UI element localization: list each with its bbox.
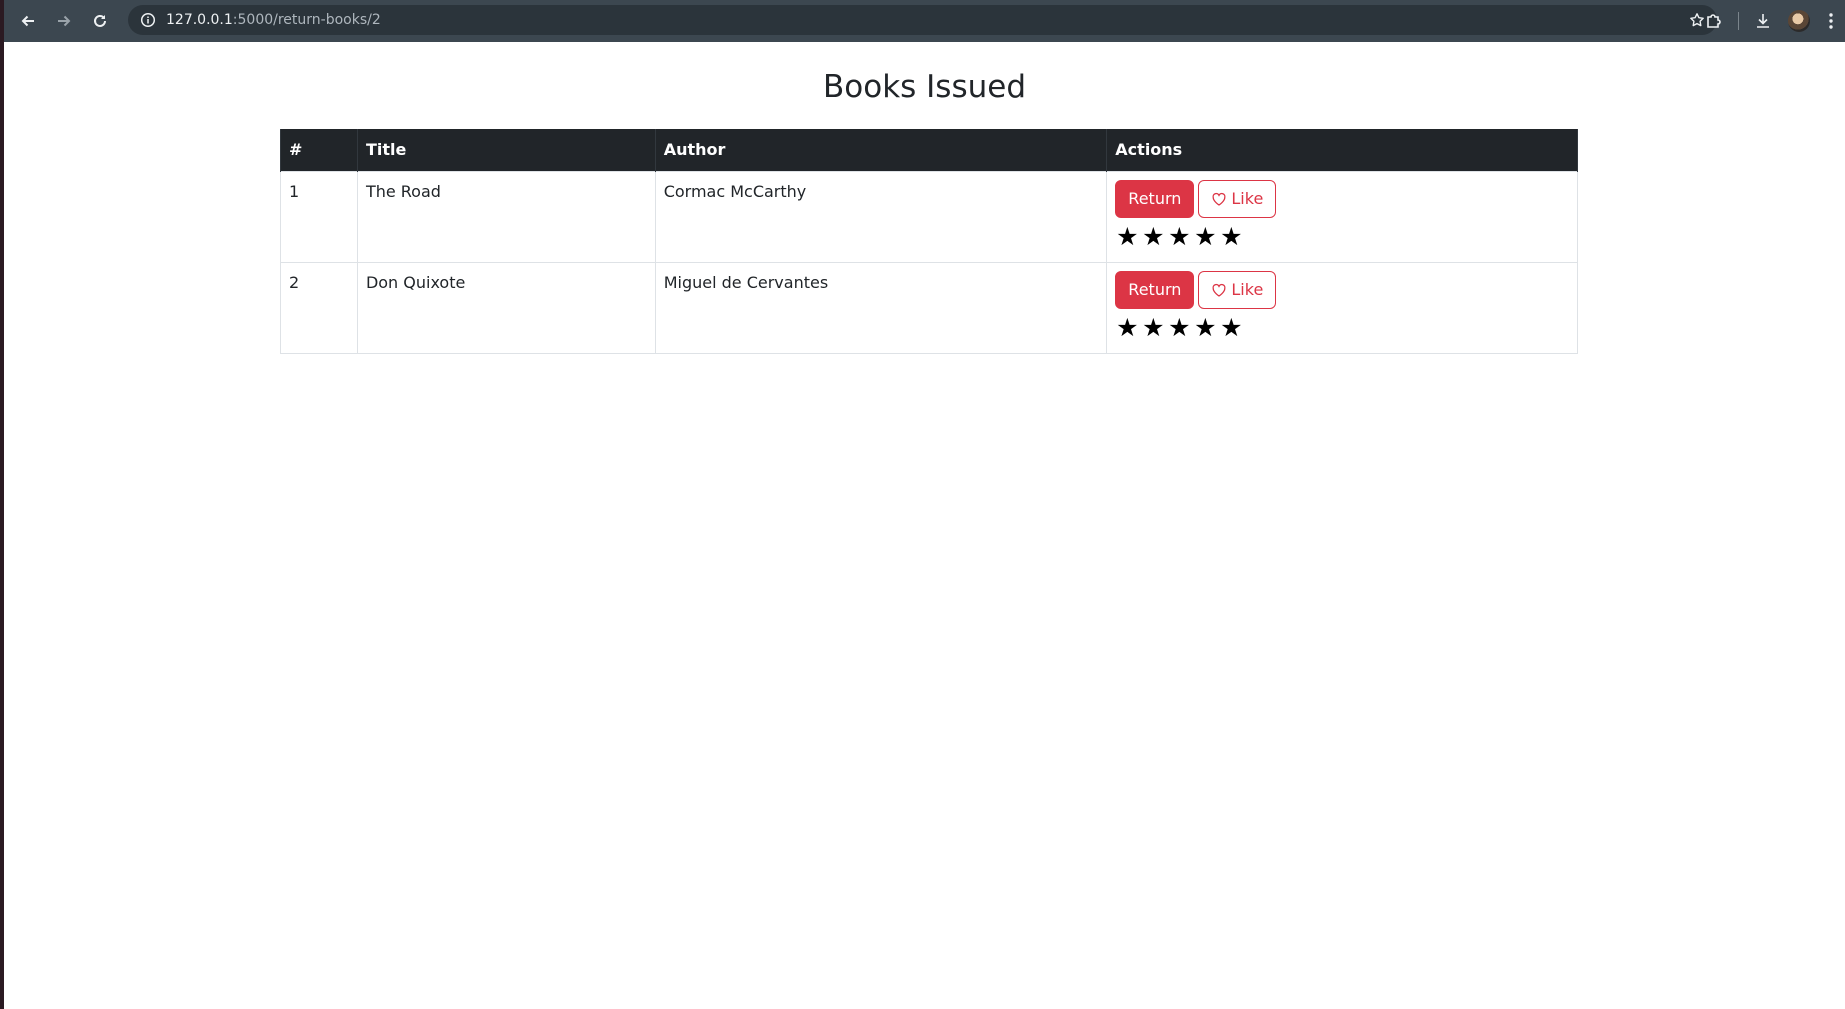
header-actions: Actions bbox=[1106, 129, 1578, 171]
arrow-right-icon bbox=[58, 15, 71, 27]
like-label: Like bbox=[1231, 189, 1264, 208]
like-button[interactable]: Like bbox=[1198, 270, 1277, 309]
rating-stars: ★ ★ ★ ★ ★ bbox=[1115, 222, 1569, 251]
books-table-container: # Title Author Actions 1 The Road Cormac… bbox=[280, 129, 1578, 354]
like-button[interactable]: Like bbox=[1198, 179, 1277, 218]
arrow-left-icon bbox=[21, 15, 34, 27]
return-button[interactable]: Return bbox=[1115, 270, 1195, 309]
heart-outline-icon bbox=[1212, 283, 1226, 297]
cell-actions: Return Like ★ ★ ★ ★ ★ bbox=[1106, 261, 1578, 354]
books-table: # Title Author Actions 1 The Road Cormac… bbox=[280, 129, 1578, 354]
star-filled-icon[interactable]: ★ bbox=[1115, 313, 1139, 342]
kebab-menu-icon bbox=[1829, 13, 1833, 29]
star-filled-icon[interactable]: ★ bbox=[1193, 222, 1217, 251]
cell-title: Don Quixote bbox=[356, 261, 656, 354]
header-number: # bbox=[280, 129, 358, 171]
rating-stars: ★ ★ ★ ★ ★ bbox=[1115, 313, 1569, 342]
like-label: Like bbox=[1231, 280, 1264, 299]
return-button[interactable]: Return bbox=[1115, 179, 1195, 218]
table-row: 2 Don Quixote Miguel de Cervantes Return… bbox=[280, 261, 1578, 354]
page-title: Books Issued bbox=[823, 69, 1026, 105]
url-text[interactable]: 127.0.0.1:5000/return-books/2 bbox=[166, 12, 381, 28]
cell-author: Cormac McCarthy bbox=[654, 170, 1108, 263]
menu-button[interactable] bbox=[1817, 3, 1845, 39]
forward-button[interactable] bbox=[46, 3, 82, 39]
address-bar[interactable]: 127.0.0.1:5000/return-books/2 bbox=[128, 5, 1717, 35]
table-row: 1 The Road Cormac McCarthy Return Like ★… bbox=[280, 170, 1578, 263]
profile-button[interactable] bbox=[1781, 3, 1817, 39]
url-path: :5000/return-books/2 bbox=[232, 12, 381, 28]
cell-number: 2 bbox=[280, 261, 358, 354]
extensions-button[interactable] bbox=[1696, 3, 1732, 39]
page-content: Books Issued # Title Author Actions 1 Th… bbox=[4, 42, 1845, 354]
reload-icon bbox=[94, 14, 106, 27]
site-info-button[interactable] bbox=[136, 8, 160, 32]
star-filled-icon[interactable]: ★ bbox=[1219, 313, 1243, 342]
downloads-button[interactable] bbox=[1745, 3, 1781, 39]
star-filled-icon[interactable]: ★ bbox=[1193, 313, 1217, 342]
info-icon bbox=[140, 12, 156, 28]
table-header-row: # Title Author Actions bbox=[280, 129, 1578, 171]
cell-author: Miguel de Cervantes bbox=[654, 261, 1108, 354]
cell-title: The Road bbox=[356, 170, 656, 263]
download-icon bbox=[1757, 14, 1769, 28]
header-author: Author bbox=[654, 129, 1108, 171]
star-filled-icon[interactable]: ★ bbox=[1167, 222, 1191, 251]
browser-toolbar: 127.0.0.1:5000/return-books/2 bbox=[4, 0, 1845, 42]
heart-outline-icon bbox=[1212, 192, 1226, 206]
back-button[interactable] bbox=[10, 3, 46, 39]
star-filled-icon[interactable]: ★ bbox=[1219, 222, 1243, 251]
avatar bbox=[1788, 10, 1810, 32]
browser-window: 127.0.0.1:5000/return-books/2 Books Issu… bbox=[0, 0, 1845, 1009]
star-filled-icon[interactable]: ★ bbox=[1141, 222, 1165, 251]
cell-actions: Return Like ★ ★ ★ ★ ★ bbox=[1106, 170, 1578, 263]
puzzle-icon bbox=[1707, 14, 1721, 28]
header-title: Title bbox=[356, 129, 656, 171]
star-filled-icon[interactable]: ★ bbox=[1141, 313, 1165, 342]
star-filled-icon[interactable]: ★ bbox=[1115, 222, 1139, 251]
url-host: 127.0.0.1 bbox=[166, 12, 233, 28]
reload-button[interactable] bbox=[82, 3, 118, 39]
cell-number: 1 bbox=[280, 170, 358, 263]
star-filled-icon[interactable]: ★ bbox=[1167, 313, 1191, 342]
toolbar-separator bbox=[1738, 12, 1739, 30]
